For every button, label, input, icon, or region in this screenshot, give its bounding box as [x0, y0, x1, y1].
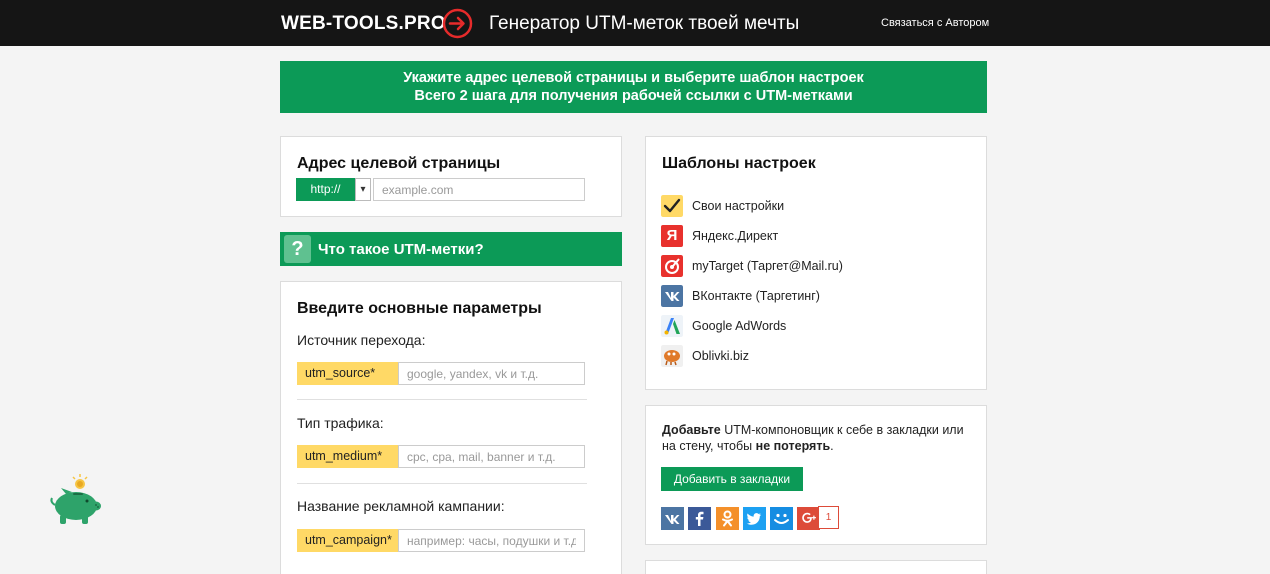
template-label: Google AdWords	[692, 319, 787, 333]
template-yandex-direct[interactable]: Я Яндекс.Директ	[661, 225, 961, 247]
utm-medium-input[interactable]	[398, 445, 585, 468]
site-logo[interactable]: WEB-TOOLS.PRO	[281, 13, 446, 35]
moimir-share-icon[interactable]	[770, 507, 793, 530]
target-url-input[interactable]	[373, 178, 585, 201]
address-card-title: Адрес целевой страницы	[297, 155, 501, 172]
utm-medium-label: Тип трафика:	[297, 415, 384, 431]
vk-share-icon[interactable]	[661, 507, 684, 530]
bookmark-hint-bold: не потерять	[755, 439, 831, 453]
google-plus-count: 1	[818, 506, 839, 529]
arrow-right-circle-icon	[442, 8, 473, 39]
bookmark-hint-text: .	[830, 439, 834, 453]
main-params-card: Введите основные параметры Источник пере…	[280, 281, 622, 574]
utm-medium-tag: utm_medium*	[297, 445, 398, 468]
protocol-select[interactable]: http:// ▾	[296, 178, 371, 201]
banner-line-1: Укажите адрес целевой страницы и выберит…	[403, 70, 864, 86]
bookmark-hint: Добавьте UTM-компоновщик к себе в заклад…	[662, 422, 972, 454]
google-plus-share-icon[interactable]	[797, 507, 820, 530]
contact-author-link[interactable]: Связаться с Автором	[881, 17, 989, 29]
divider	[297, 399, 587, 400]
utm-source-input[interactable]	[398, 362, 585, 385]
site-tagline: Генератор UTM-меток твоей мечты	[489, 13, 800, 34]
instruction-banner: Укажите адрес целевой страницы и выберит…	[280, 61, 987, 113]
templates-card-title: Шаблоны настроек	[662, 155, 816, 172]
template-google-adwords[interactable]: Google AdWords	[661, 315, 961, 337]
template-label: Oblivki.biz	[692, 349, 749, 363]
chevron-down-icon[interactable]: ▾	[355, 178, 371, 201]
template-label: ВКонтакте (Таргетинг)	[692, 289, 820, 303]
template-own-settings[interactable]: Свои настройки	[661, 195, 961, 217]
utm-campaign-input[interactable]	[398, 529, 585, 552]
divider	[297, 483, 587, 484]
top-bar: WEB-TOOLS.PRO Генератор UTM-меток твоей …	[0, 0, 1270, 46]
question-icon: ?	[284, 235, 311, 263]
protocol-value: http://	[296, 178, 355, 201]
templates-card: Шаблоны настроек Свои настройки Я Яндекс…	[645, 136, 987, 390]
utm-source-tag: utm_source*	[297, 362, 398, 385]
mytarget-icon	[661, 255, 683, 277]
utm-campaign-tag: utm_campaign*	[297, 529, 398, 552]
oblivki-icon	[661, 345, 683, 367]
utm-help-label: Что такое UTM-метки?	[318, 241, 484, 258]
utm-source-label: Источник перехода:	[297, 332, 426, 348]
twitter-share-icon[interactable]	[743, 507, 766, 530]
odnoklassniki-share-icon[interactable]	[716, 507, 739, 530]
utm-help-button[interactable]: ? Что такое UTM-метки?	[280, 232, 622, 266]
target-address-card: Адрес целевой страницы http:// ▾	[280, 136, 622, 217]
yandex-icon: Я	[661, 225, 683, 247]
bookmark-hint-bold: Добавьте	[662, 423, 721, 437]
template-label: Яндекс.Директ	[692, 229, 779, 243]
banner-line-2: Всего 2 шага для получения рабочей ссылк…	[414, 88, 853, 104]
params-card-title: Введите основные параметры	[297, 300, 542, 317]
next-card	[645, 560, 987, 574]
vk-icon	[661, 285, 683, 307]
facebook-share-icon[interactable]	[688, 507, 711, 530]
utm-campaign-label: Название рекламной кампании:	[297, 498, 505, 514]
adwords-icon	[661, 315, 683, 337]
template-vkontakte[interactable]: ВКонтакте (Таргетинг)	[661, 285, 961, 307]
piggy-bank-icon[interactable]	[46, 470, 104, 527]
template-label: Свои настройки	[692, 199, 785, 213]
template-label: myTarget (Таргет@Mail.ru)	[692, 259, 843, 273]
bookmarks-card: Добавьте UTM-компоновщик к себе в заклад…	[645, 405, 987, 545]
add-bookmark-button[interactable]: Добавить в закладки	[661, 467, 803, 491]
checkmark-icon	[661, 195, 683, 217]
template-mytarget[interactable]: myTarget (Таргет@Mail.ru)	[661, 255, 961, 277]
template-oblivki[interactable]: Oblivki.biz	[661, 345, 961, 367]
